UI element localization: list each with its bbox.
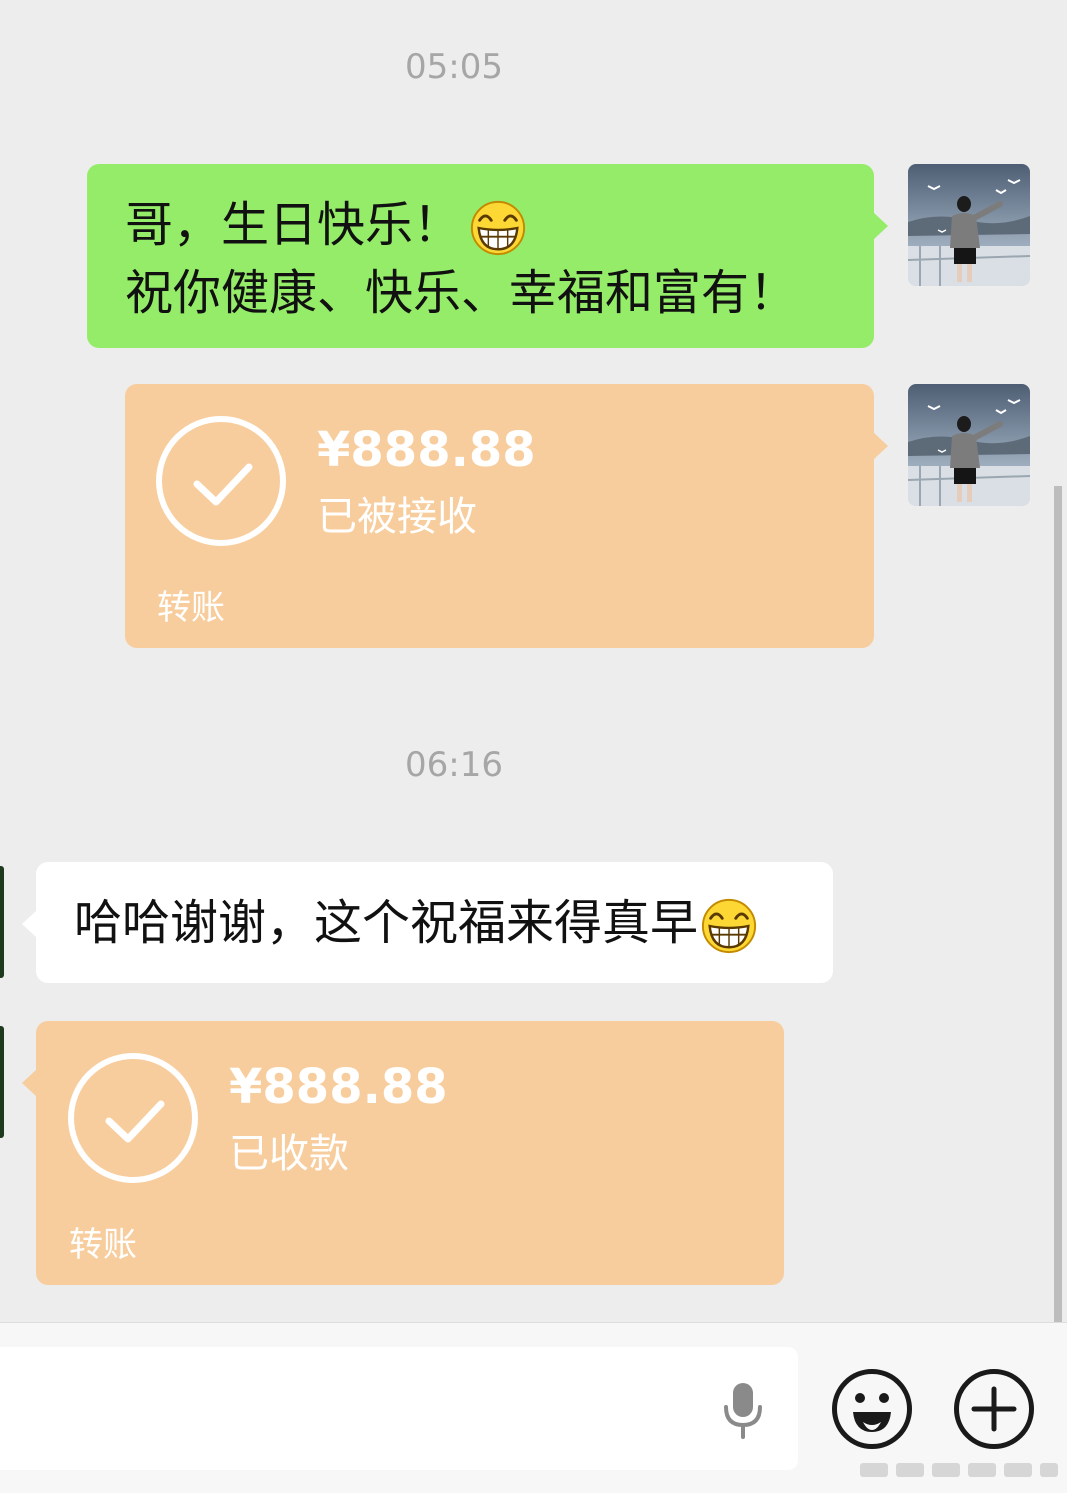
outgoing-message-bubble[interactable]: 哥，生日快乐！ 祝你健康、快乐、幸福和富有！ xyxy=(87,164,888,348)
input-bar xyxy=(0,1322,1067,1493)
watermark-logo xyxy=(860,1463,1058,1477)
more-button[interactable] xyxy=(954,1369,1034,1449)
transfer-amount: ¥888.88 xyxy=(317,422,536,478)
plus-icon xyxy=(971,1386,1017,1432)
transfer-label: 转账 xyxy=(157,588,225,628)
message-line-2: 祝你健康、快乐、幸福和富有！ xyxy=(125,265,798,321)
emoji-button[interactable] xyxy=(832,1369,912,1449)
transfer-amount: ¥888.88 xyxy=(229,1059,448,1115)
scrollbar[interactable] xyxy=(1054,486,1062,1322)
message-text: 哈哈谢谢，这个祝福来得真早 xyxy=(74,895,699,951)
my-avatar[interactable] xyxy=(908,164,1030,286)
transfer-card-received[interactable]: ¥888.88 已收款 转账 xyxy=(22,1021,784,1285)
transfer-status: 已收款 xyxy=(229,1131,349,1177)
my-avatar[interactable] xyxy=(908,384,1030,506)
message-input[interactable] xyxy=(0,1347,798,1470)
grinning-face-emoji xyxy=(470,200,526,256)
peer-avatar[interactable] xyxy=(0,1026,4,1138)
grinning-face-emoji xyxy=(701,898,757,954)
transfer-label: 转账 xyxy=(69,1225,137,1265)
message-line-1: 哥，生日快乐！ xyxy=(125,197,462,253)
transfer-status: 已被接收 xyxy=(317,494,477,540)
chat-area[interactable]: 05:05 哥，生日快乐！ 祝你健康、快乐、幸福和富有！ ¥888.88 已被接… xyxy=(0,0,1067,1322)
smiley-icon xyxy=(853,1393,891,1432)
timestamp: 05:05 xyxy=(405,47,503,87)
timestamp: 06:16 xyxy=(405,745,503,785)
transfer-card-sent[interactable]: ¥888.88 已被接收 转账 xyxy=(125,384,888,648)
microphone-icon[interactable] xyxy=(721,1381,765,1441)
peer-avatar[interactable] xyxy=(0,866,4,978)
check-circle-icon xyxy=(156,416,286,546)
incoming-message-bubble[interactable]: 哈哈谢谢，这个祝福来得真早 xyxy=(22,862,833,983)
check-circle-icon xyxy=(68,1053,198,1183)
